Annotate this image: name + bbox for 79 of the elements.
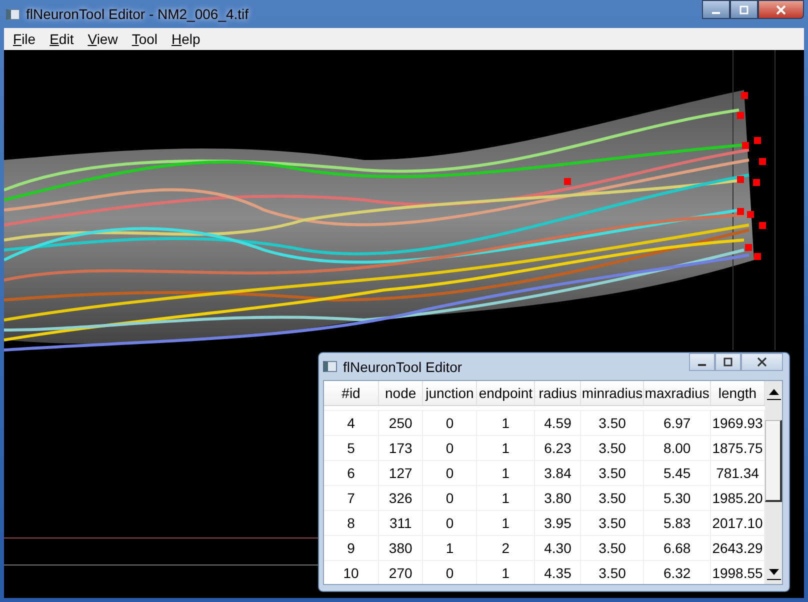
table-cell: 6.97 xyxy=(644,411,711,435)
table-cell: 380 xyxy=(379,536,424,560)
table-cell: 1 xyxy=(477,411,536,435)
maximize-icon xyxy=(723,357,733,367)
minimize-button[interactable] xyxy=(702,0,730,19)
table-cell: 5 xyxy=(324,436,379,460)
table-cell: 0 xyxy=(423,561,478,584)
close-icon xyxy=(756,357,768,367)
table-cell: 6.23 xyxy=(535,436,582,460)
table-cell: 127 xyxy=(379,461,424,485)
table-cell: 6 xyxy=(324,461,379,485)
app-icon xyxy=(323,361,337,372)
table-cell: 9 xyxy=(324,536,379,560)
table-cell: 0 xyxy=(423,436,478,460)
close-button[interactable] xyxy=(758,0,804,19)
minimize-icon xyxy=(712,12,720,14)
menu-item[interactable]: View xyxy=(86,31,127,47)
column-header[interactable]: maxradius xyxy=(644,381,711,405)
column-header[interactable]: endpoint xyxy=(477,381,536,405)
minimize-button[interactable] xyxy=(689,353,715,371)
table-cell: 3.50 xyxy=(581,411,644,435)
window-title: flNeuronTool Editor xyxy=(343,358,462,374)
table-cell: 3.84 xyxy=(535,461,582,485)
menu-item[interactable]: File xyxy=(12,31,45,47)
table-cell: 6.68 xyxy=(644,536,711,560)
table-cell: 6.32 xyxy=(644,561,711,584)
table-cell: 2 xyxy=(477,536,536,560)
table-cell: 7 xyxy=(324,486,379,510)
table-cell: 0 xyxy=(423,486,478,510)
table-cell: 4 xyxy=(324,411,379,435)
table-cell: 311 xyxy=(379,511,424,535)
table-cell: 5.30 xyxy=(644,486,711,510)
close-icon xyxy=(775,4,787,16)
table-cell: 1 xyxy=(477,561,536,584)
table-cell: 8 xyxy=(324,511,379,535)
table-cell: 3.50 xyxy=(581,461,644,485)
column-header[interactable]: #id xyxy=(324,381,379,405)
table-cell: 326 xyxy=(379,486,424,510)
table-cell: 4.30 xyxy=(535,536,582,560)
table-cell: 173 xyxy=(379,436,424,460)
table-cell: 0 xyxy=(423,411,478,435)
table-cell: 1 xyxy=(423,536,478,560)
table-cell: 3.50 xyxy=(581,436,644,460)
table-cell: 10 xyxy=(324,561,379,584)
table-cell: 3.95 xyxy=(535,511,582,535)
table-cell: 3.50 xyxy=(581,486,644,510)
minimize-icon xyxy=(698,364,706,366)
table-cell: 8.00 xyxy=(644,436,711,460)
table-cell: 3.50 xyxy=(581,536,644,560)
table-cell: 1 xyxy=(477,461,536,485)
maximize-button[interactable] xyxy=(730,0,758,19)
table-cell: 0 xyxy=(423,511,478,535)
table-cell: 0 xyxy=(423,461,478,485)
column-header[interactable]: minradius xyxy=(581,381,644,405)
table-cell: 3.80 xyxy=(535,486,582,510)
menu-item[interactable]: Tool xyxy=(130,31,167,47)
menu-item[interactable]: Help xyxy=(170,31,210,47)
maximize-icon xyxy=(739,4,749,14)
table-cell: 1 xyxy=(477,511,536,535)
column-header[interactable]: node xyxy=(379,381,424,405)
table-cell: 270 xyxy=(379,561,424,584)
vertical-scrollbar[interactable] xyxy=(765,381,782,584)
table-cell: 3.50 xyxy=(581,561,644,584)
table-cell: 5.45 xyxy=(644,461,711,485)
table-cell: 1 xyxy=(477,486,536,510)
table-cell: 1 xyxy=(477,436,536,460)
window-title: flNeuronTool Editor - NM2_006_4.tif xyxy=(26,6,249,22)
column-header[interactable]: radius xyxy=(535,381,582,405)
table-cell: 5.83 xyxy=(644,511,711,535)
close-button[interactable] xyxy=(741,353,783,371)
scrollbar-thumb[interactable] xyxy=(765,420,782,502)
table-cell: 3.50 xyxy=(581,511,644,535)
column-header[interactable]: junction xyxy=(423,381,478,405)
maximize-button[interactable] xyxy=(715,353,741,371)
table-cell: 4.59 xyxy=(535,411,582,435)
table-cell: 4.35 xyxy=(535,561,582,584)
menu-item[interactable]: Edit xyxy=(48,31,83,47)
app-icon xyxy=(6,8,20,20)
table-cell: 250 xyxy=(379,411,424,435)
